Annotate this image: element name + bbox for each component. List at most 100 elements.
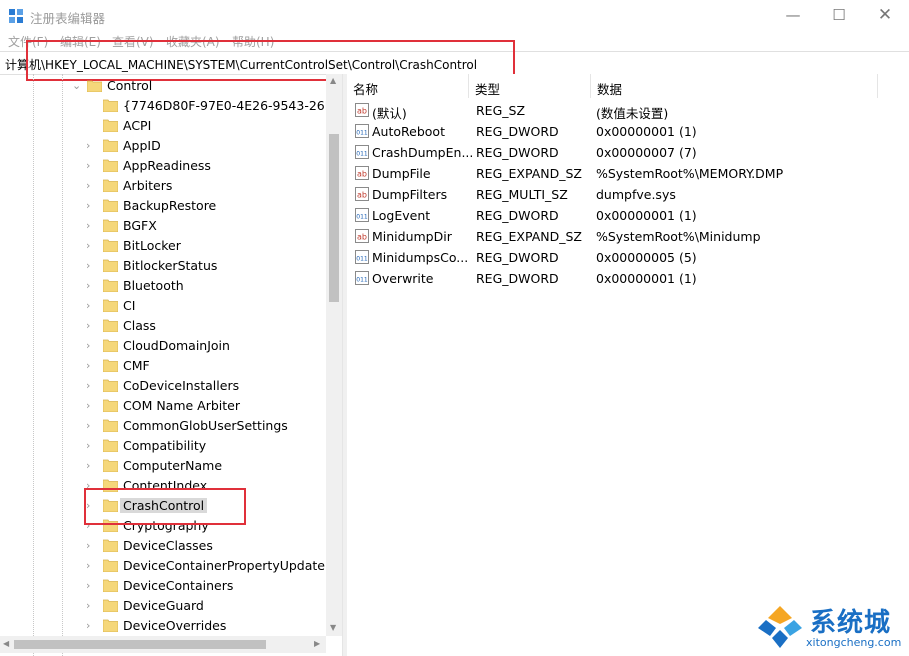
value-row[interactable]: 011 LogEvent REG_DWORD 0x00000001 (1)	[347, 205, 907, 226]
tree-item[interactable]: {7746D80F-97E0-4E26-9543-26B41	[0, 96, 342, 116]
chevron-right-icon[interactable]: ›	[86, 458, 96, 474]
chevron-right-icon[interactable]: ›	[86, 538, 96, 554]
chevron-right-icon[interactable]: ›	[86, 158, 96, 174]
value-name: MinidumpsCo...	[372, 250, 469, 265]
chevron-right-icon[interactable]: ›	[86, 518, 96, 534]
tree-item-label: CoDeviceInstallers	[123, 378, 240, 393]
tree-item[interactable]: › BGFX	[0, 216, 326, 236]
tree-item[interactable]: › DeviceContainers	[0, 576, 326, 596]
value-row[interactable]: 011 CrashDumpEn... REG_DWORD 0x00000007 (7)	[347, 142, 907, 163]
chevron-right-icon[interactable]: ›	[86, 338, 96, 354]
chevron-right-icon[interactable]: ›	[86, 178, 96, 194]
tree-item-label: CommonGlobUserSettings	[123, 418, 288, 433]
value-row[interactable]: 011 Overwrite REG_DWORD 0x00000001 (1)	[347, 268, 907, 289]
scroll-right-arrow-icon[interactable]: ▶	[314, 639, 320, 648]
tree-item[interactable]: › DeviceOverrides	[0, 616, 326, 636]
value-row[interactable]: ab (默认) REG_SZ (数值未设置)	[347, 100, 907, 121]
minimize-button[interactable]: —	[770, 0, 816, 31]
address-bar[interactable]: 计算机\HKEY_LOCAL_MACHINE\SYSTEM\CurrentCon…	[0, 51, 909, 75]
tree-item-label: BackupRestore	[123, 198, 217, 213]
chevron-right-icon[interactable]: ›	[86, 398, 96, 414]
chevron-down-icon[interactable]: ⌄	[72, 78, 82, 94]
folder-icon	[103, 259, 118, 272]
menu-file[interactable]: 文件(F)	[8, 33, 48, 50]
scroll-thumb[interactable]	[329, 134, 339, 302]
tree-item[interactable]: › CrashControl	[0, 496, 326, 516]
chevron-right-icon[interactable]: ›	[86, 618, 96, 634]
menu-edit[interactable]: 编辑(E)	[60, 33, 101, 50]
tree-item[interactable]: › Cryptography	[0, 516, 326, 536]
tree-item[interactable]: › Arbiters	[0, 176, 326, 196]
tree-horizontal-scrollbar[interactable]: ◀ ▶	[0, 636, 326, 653]
menu-bar: 文件(F) 编辑(E) 查看(V) 收藏夹(A) 帮助(H)	[0, 31, 909, 51]
menu-help[interactable]: 帮助(H)	[232, 33, 274, 50]
tree-item[interactable]: › CloudDomainJoin	[0, 336, 326, 356]
values-pane[interactable]: 名称 类型 数据 ab (默认) REG_SZ (数值未设置) 011 AutoReboo…	[347, 74, 909, 656]
column-header-type[interactable]: 类型	[469, 74, 591, 98]
scroll-up-arrow-icon[interactable]: ▲	[330, 76, 336, 85]
tree-item-control[interactable]: ⌄ Control	[0, 76, 326, 96]
folder-icon	[103, 439, 118, 452]
chevron-right-icon[interactable]: ›	[86, 578, 96, 594]
tree-item[interactable]: › CommonGlobUserSettings	[0, 416, 326, 436]
tree-item[interactable]: › AppID	[0, 136, 326, 156]
tree-item[interactable]: › Bluetooth	[0, 276, 326, 296]
chevron-right-icon[interactable]: ›	[86, 438, 96, 454]
close-button[interactable]: ✕	[862, 0, 908, 31]
chevron-right-icon[interactable]: ›	[86, 218, 96, 234]
chevron-right-icon[interactable]: ›	[86, 278, 96, 294]
tree-item[interactable]: › DeviceGuard	[0, 596, 326, 616]
chevron-right-icon[interactable]: ›	[86, 558, 96, 574]
value-row[interactable]: ab DumpFile REG_EXPAND_SZ %SystemRoot%\MEMO…	[347, 163, 907, 184]
tree-item[interactable]: › Compatibility	[0, 436, 326, 456]
tree-item[interactable]: › COM Name Arbiter	[0, 396, 326, 416]
tree-item[interactable]: › CoDeviceInstallers	[0, 376, 326, 396]
maximize-button[interactable]: ☐	[816, 0, 862, 31]
value-data: (数值未设置)	[596, 106, 669, 121]
column-header-name[interactable]: 名称	[347, 74, 469, 98]
column-header-data[interactable]: 数据	[591, 74, 878, 98]
value-row[interactable]: 011 AutoReboot REG_DWORD 0x00000001 (1)	[347, 121, 907, 142]
value-data: 0x00000005 (5)	[596, 250, 697, 265]
chevron-right-icon[interactable]: ›	[86, 418, 96, 434]
tree-item[interactable]: ACPI	[0, 116, 326, 136]
chevron-right-icon[interactable]: ›	[86, 138, 96, 154]
tree-item[interactable]: › CMF	[0, 356, 326, 376]
chevron-right-icon[interactable]: ›	[86, 498, 96, 514]
value-row[interactable]: ab DumpFilters REG_MULTI_SZ dumpfve.sys	[347, 184, 907, 205]
chevron-right-icon[interactable]: ›	[86, 298, 96, 314]
chevron-right-icon[interactable]: ›	[86, 478, 96, 494]
tree-item[interactable]: › AppReadiness	[0, 156, 326, 176]
value-data: %SystemRoot%\MEMORY.DMP	[596, 166, 784, 181]
scroll-down-arrow-icon[interactable]: ▼	[330, 623, 336, 632]
scroll-left-arrow-icon[interactable]: ◀	[3, 639, 9, 648]
tree-item-label: CrashControl	[120, 498, 208, 513]
tree-item[interactable]: › BitLocker	[0, 236, 326, 256]
value-row[interactable]: ab MinidumpDir REG_EXPAND_SZ %SystemRoot%\M…	[347, 226, 907, 247]
chevron-right-icon[interactable]: ›	[86, 378, 96, 394]
key-tree-pane[interactable]: ⌄ Control {7746D80F-97E0-4E26-9543-26B41…	[0, 74, 342, 656]
chevron-right-icon[interactable]: ›	[86, 598, 96, 614]
tree-item[interactable]: › ComputerName	[0, 456, 326, 476]
scroll-thumb[interactable]	[14, 640, 266, 649]
tree-item[interactable]: › ContentIndex	[0, 476, 326, 496]
regedit-app-icon	[9, 9, 23, 23]
string-value-icon: ab	[355, 229, 369, 243]
tree-item[interactable]: › BackupRestore	[0, 196, 326, 216]
address-path[interactable]: 计算机\HKEY_LOCAL_MACHINE\SYSTEM\CurrentCon…	[5, 56, 477, 73]
chevron-right-icon[interactable]: ›	[86, 318, 96, 334]
tree-item[interactable]: › BitlockerStatus	[0, 256, 326, 276]
tree-item[interactable]: › DeviceContainerPropertyUpdateEve	[0, 556, 342, 576]
menu-view[interactable]: 查看(V)	[112, 33, 154, 50]
tree-item[interactable]: › Class	[0, 316, 326, 336]
menu-favorites[interactable]: 收藏夹(A)	[166, 33, 220, 50]
chevron-right-icon[interactable]: ›	[86, 238, 96, 254]
value-row[interactable]: 011 MinidumpsCo... REG_DWORD 0x00000005 (5)	[347, 247, 907, 268]
value-type: REG_DWORD	[476, 250, 559, 265]
chevron-right-icon[interactable]: ›	[86, 258, 96, 274]
chevron-right-icon[interactable]: ›	[86, 358, 96, 374]
chevron-right-icon[interactable]: ›	[86, 198, 96, 214]
tree-item[interactable]: › CI	[0, 296, 326, 316]
tree-item[interactable]: › DeviceClasses	[0, 536, 326, 556]
tree-vertical-scrollbar[interactable]: ▲ ▼	[326, 74, 342, 636]
